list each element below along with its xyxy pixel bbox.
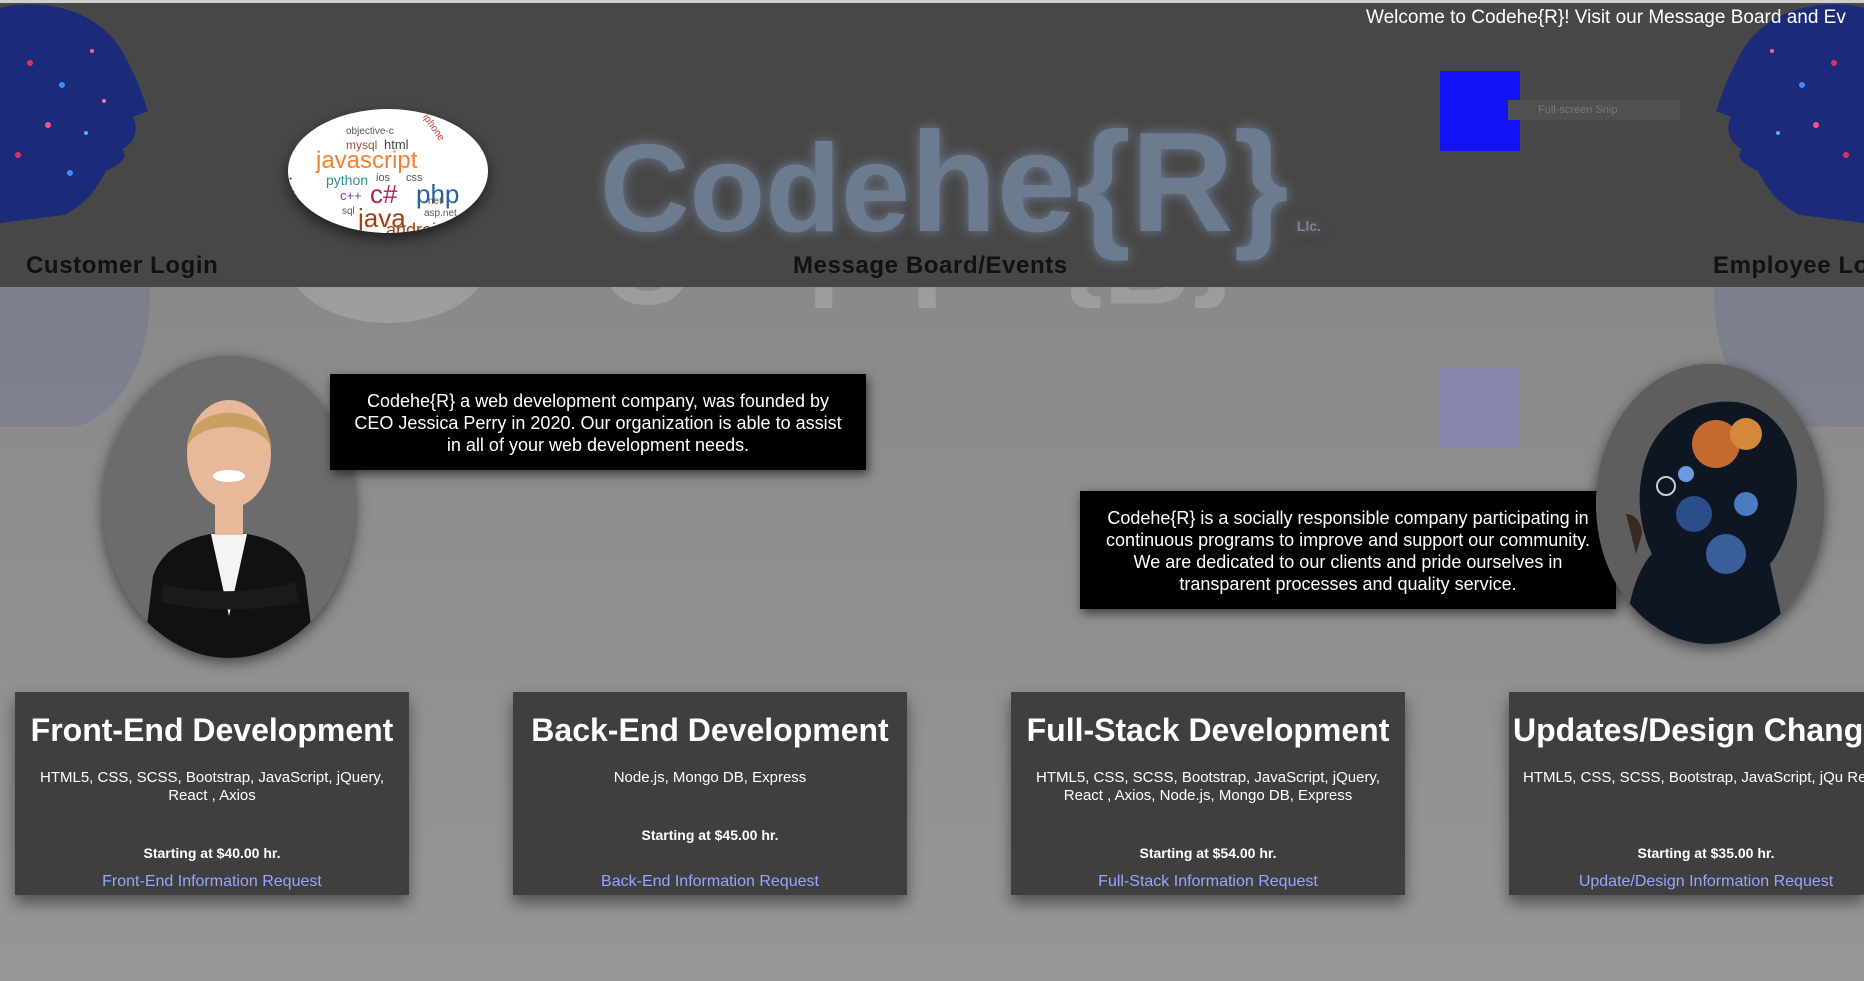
word-cloud-word: asp.net (424, 208, 457, 219)
service-card-front-end: Front-End Development HTML5, CSS, SCSS, … (15, 692, 409, 895)
service-tech-stack: HTML5, CSS, SCSS, Bootstrap, JavaScript,… (1035, 769, 1380, 804)
word-cloud-word: sql (342, 206, 355, 217)
programming-word-cloud-logo: objective-c iphone mysql html javascript… (288, 109, 488, 233)
service-price: Starting at $40.00 hr. (143, 845, 281, 861)
service-card-full-stack: Full-Stack Development HTML5, CSS, SCSS,… (1011, 692, 1405, 895)
ceo-portrait-image (103, 356, 355, 658)
service-price: Starting at $45.00 hr. (641, 827, 779, 843)
service-price: Starting at $54.00 hr. (1139, 845, 1277, 861)
tech-head-right-image (1716, 4, 1864, 223)
social-responsibility-caption: Codehe{R} is a socially responsible comp… (1080, 491, 1616, 609)
update-design-info-request-link[interactable]: Update/Design Information Request (1509, 873, 1864, 891)
welcome-marquee: Welcome to Codehe{R}! Visit our Message … (1366, 7, 1846, 28)
service-tech-stack: HTML5, CSS, SCSS, Bootstrap, JavaScript,… (39, 769, 384, 804)
service-price: Starting at $35.00 hr. (1637, 845, 1775, 861)
word-cloud-word: objective-c (346, 126, 394, 137)
employee-login-link[interactable]: Employee Lo (1713, 252, 1864, 280)
codeher-brand-logo: Codehe{R} Llc. (600, 101, 1321, 265)
word-cloud-word: javascript (316, 147, 418, 174)
tech-head-left-image (0, 4, 148, 223)
front-end-info-request-link[interactable]: Front-End Information Request (15, 873, 409, 891)
service-card-updates-design: Updates/Design Chang HTML5, CSS, SCSS, B… (1509, 692, 1864, 895)
company-founded-caption: Codehe{R} a web development company, was… (330, 374, 866, 470)
word-cloud-word: iphone (420, 112, 447, 144)
brand-code-text: Code (600, 120, 910, 258)
word-cloud-word: c++ (340, 188, 362, 203)
word-cloud-word: jquery (288, 174, 324, 233)
service-title: Front-End Development (30, 712, 394, 748)
service-card-back-end: Back-End Development Node.js, Mongo DB, … (513, 692, 907, 895)
word-cloud-word: python (326, 172, 369, 188)
service-title: Updates/Design Chang (1513, 712, 1864, 748)
site-header: Welcome to Codehe{R}! Visit our Message … (0, 3, 1864, 287)
back-end-info-request-link[interactable]: Back-End Information Request (513, 873, 907, 891)
blue-square-reflection (1440, 368, 1520, 448)
service-title: Full-Stack Development (1026, 712, 1390, 748)
message-board-link[interactable]: Message Board/Events (793, 252, 1068, 280)
brand-her-text: he{R} (910, 103, 1289, 262)
customer-login-link[interactable]: Customer Login (26, 252, 218, 280)
tech-profile-portrait-image (1596, 364, 1824, 644)
brand-llc-text: Llc. (1296, 218, 1321, 234)
word-cloud-word: net (428, 196, 442, 207)
company-founded-text: Codehe{R} a web development company, was… (354, 391, 842, 455)
full-screen-snip-bar[interactable]: Full-screen Snip (1508, 100, 1680, 120)
service-tech-stack: Node.js, Mongo DB, Express (613, 769, 807, 786)
service-tech-stack: HTML5, CSS, SCSS, Bootstrap, JavaScript,… (1523, 769, 1864, 786)
word-cloud-word: android (386, 220, 447, 233)
social-responsibility-text: Codehe{R} is a socially responsible comp… (1106, 508, 1590, 594)
service-title: Back-End Development (531, 712, 889, 748)
full-stack-info-request-link[interactable]: Full-Stack Information Request (1011, 873, 1405, 891)
